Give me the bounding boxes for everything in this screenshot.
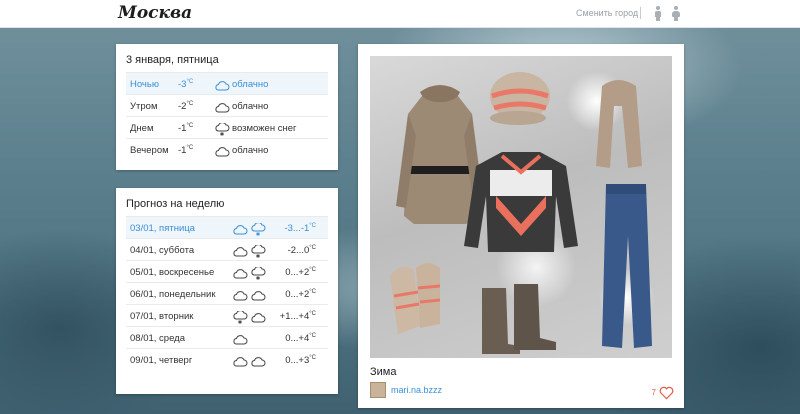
today-forecast-panel: 3 января, пятница Ночью -3°C облачно Утр… (116, 44, 338, 170)
week-date: 05/01, воскресенье (130, 267, 215, 278)
week-date: 08/01, среда (130, 333, 185, 344)
week-temperature: +1...+4°C (279, 311, 316, 322)
outfit-title: Зима (370, 366, 397, 378)
snow-cloud-icon (214, 123, 230, 137)
snow-cloud-icon (250, 245, 266, 259)
week-date: 06/01, понедельник (130, 289, 216, 300)
scarf-image (596, 80, 642, 168)
today-row-day[interactable]: Днем -1°C возможен снег (126, 116, 328, 138)
cloud-icon (232, 245, 248, 259)
cloud-icon (250, 289, 266, 303)
temperature: -2°C (178, 101, 194, 112)
week-date: 04/01, суббота (130, 245, 195, 256)
cloud-icon (250, 311, 266, 325)
week-date: 09/01, четверг (130, 355, 193, 366)
boots-image (482, 284, 556, 354)
condition: возможен снег (232, 123, 297, 134)
week-row[interactable]: 07/01, вторник +1...+4°C (126, 304, 328, 326)
time-of-day: Утром (130, 101, 158, 112)
outfit-illustration (390, 72, 652, 354)
cloud-icon (232, 267, 248, 281)
cloud-icon (214, 79, 230, 93)
today-row-night[interactable]: Ночью -3°C облачно (126, 72, 328, 94)
top-bar: Москва Сменить город (0, 0, 800, 28)
jeans-image (602, 184, 652, 348)
temperature: -1°C (178, 145, 194, 156)
week-temperature: 0...+3°C (285, 355, 316, 366)
week-title: Прогноз на неделю (126, 198, 225, 210)
snow-cloud-icon (250, 223, 266, 237)
snow-cloud-icon (250, 267, 266, 281)
change-city-link[interactable]: Сменить город (576, 8, 638, 18)
snow-cloud-icon (232, 311, 248, 325)
time-of-day: Днем (130, 123, 154, 134)
week-forecast-panel: Прогноз на неделю 03/01, пятница -3...-1… (116, 188, 338, 394)
outfit-photo[interactable] (370, 56, 672, 358)
today-row-evening[interactable]: Вечером -1°C облачно (126, 138, 328, 160)
week-temperature: -2...0°C (287, 245, 316, 256)
week-temperature: 0...+2°C (285, 289, 316, 300)
heart-icon[interactable] (659, 386, 674, 400)
cloud-icon (214, 145, 230, 159)
today-title: 3 января, пятница (126, 54, 219, 66)
cloud-icon (232, 223, 248, 237)
week-row[interactable]: 06/01, понедельник 0...+2°C (126, 282, 328, 304)
week-temperature: 0...+4°C (285, 333, 316, 344)
temperature: -3°C (178, 79, 194, 90)
today-row-morning[interactable]: Утром -2°C облачно (126, 94, 328, 116)
week-date: 03/01, пятница (130, 223, 195, 234)
mittens-image (390, 263, 441, 334)
like-count: 7 (651, 388, 656, 397)
avatar[interactable] (370, 382, 386, 398)
sweater-image (464, 152, 578, 252)
cloud-icon (232, 289, 248, 303)
condition: облачно (232, 79, 269, 90)
time-of-day: Ночью (130, 79, 159, 90)
temperature: -1°C (178, 123, 194, 134)
cloud-icon (232, 355, 248, 369)
week-temperature: -3...-1°C (284, 223, 316, 234)
condition: облачно (232, 101, 269, 112)
week-row[interactable]: 09/01, четверг 0...+3°C (126, 348, 328, 370)
week-row[interactable]: 08/01, среда 0...+4°C (126, 326, 328, 348)
cloud-icon (214, 101, 230, 115)
divider (640, 7, 641, 19)
male-person-icon[interactable] (654, 6, 662, 21)
author-name[interactable]: mari.na.bzzz (391, 385, 442, 395)
week-row[interactable]: 03/01, пятница -3...-1°C (126, 216, 328, 238)
female-person-icon[interactable] (672, 6, 680, 21)
outfit-card: Зима mari.na.bzzz 7 (358, 44, 684, 408)
time-of-day: Вечером (130, 145, 169, 156)
beanie-image (490, 72, 550, 125)
week-temperature: 0...+2°C (285, 267, 316, 278)
city-logo[interactable]: Москва (118, 3, 192, 23)
week-row[interactable]: 04/01, суббота -2...0°C (126, 238, 328, 260)
condition: облачно (232, 145, 269, 156)
week-date: 07/01, вторник (130, 311, 194, 322)
cloud-icon (232, 333, 248, 347)
cloud-icon (250, 355, 266, 369)
week-row[interactable]: 05/01, воскресенье 0...+2°C (126, 260, 328, 282)
